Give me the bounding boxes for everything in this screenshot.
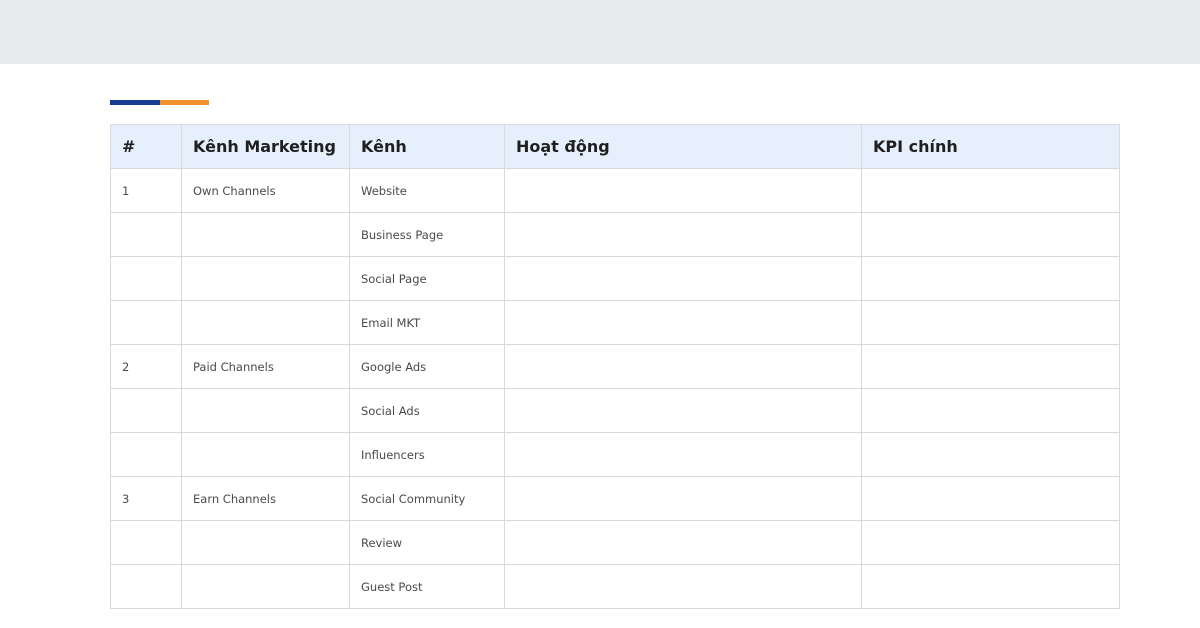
cell-marketing-channel: Paid Channels bbox=[181, 344, 350, 389]
accent-bar-blue-segment bbox=[110, 100, 160, 105]
cell-channel: Google Ads bbox=[349, 344, 505, 389]
accent-bar-orange-segment bbox=[160, 100, 209, 105]
cell-marketing-channel bbox=[181, 300, 350, 345]
cell-activity bbox=[504, 212, 862, 257]
cell-kpi bbox=[861, 476, 1120, 521]
cell-channel: Social Community bbox=[349, 476, 505, 521]
cell-activity bbox=[504, 388, 862, 433]
cell-activity bbox=[504, 344, 862, 389]
cell-number bbox=[110, 432, 182, 477]
table-row: Social Ads bbox=[110, 388, 1120, 433]
cell-marketing-channel bbox=[181, 520, 350, 565]
cell-kpi bbox=[861, 388, 1120, 433]
cell-marketing-channel bbox=[181, 432, 350, 477]
cell-kpi bbox=[861, 256, 1120, 301]
table-row: Business Page bbox=[110, 212, 1120, 257]
cell-kpi bbox=[861, 168, 1120, 213]
table-row: 3 Earn Channels Social Community bbox=[110, 476, 1120, 521]
cell-marketing-channel bbox=[181, 212, 350, 257]
cell-number bbox=[110, 212, 182, 257]
cell-number bbox=[110, 388, 182, 433]
cell-activity bbox=[504, 476, 862, 521]
header-row: # Kênh Marketing Kênh Hoạt động KPI chín… bbox=[110, 124, 1120, 169]
cell-activity bbox=[504, 564, 862, 609]
cell-channel: Review bbox=[349, 520, 505, 565]
cell-kpi bbox=[861, 432, 1120, 477]
table-row: Influencers bbox=[110, 432, 1120, 477]
cell-number: 1 bbox=[110, 168, 182, 213]
cell-activity bbox=[504, 256, 862, 301]
cell-marketing-channel bbox=[181, 256, 350, 301]
cell-marketing-channel bbox=[181, 564, 350, 609]
cell-activity bbox=[504, 300, 862, 345]
cell-channel: Guest Post bbox=[349, 564, 505, 609]
cell-kpi bbox=[861, 300, 1120, 345]
cell-number bbox=[110, 300, 182, 345]
cell-channel: Influencers bbox=[349, 432, 505, 477]
cell-number bbox=[110, 256, 182, 301]
header-channel: Kênh bbox=[349, 124, 505, 169]
cell-activity bbox=[504, 432, 862, 477]
cell-marketing-channel: Own Channels bbox=[181, 168, 350, 213]
cell-number bbox=[110, 564, 182, 609]
cell-number: 3 bbox=[110, 476, 182, 521]
marketing-channels-table: # Kênh Marketing Kênh Hoạt động KPI chín… bbox=[110, 124, 1120, 609]
table-body: 1 Own Channels Website Business Page Soc… bbox=[110, 168, 1120, 609]
table-row: Review bbox=[110, 520, 1120, 565]
header-kpi: KPI chính bbox=[861, 124, 1120, 169]
cell-channel: Social Page bbox=[349, 256, 505, 301]
header-number: # bbox=[110, 124, 182, 169]
cell-number: 2 bbox=[110, 344, 182, 389]
cell-kpi bbox=[861, 212, 1120, 257]
cell-channel: Email MKT bbox=[349, 300, 505, 345]
cell-channel: Website bbox=[349, 168, 505, 213]
table-row: Email MKT bbox=[110, 300, 1120, 345]
cell-activity bbox=[504, 168, 862, 213]
cell-number bbox=[110, 520, 182, 565]
table-row: 1 Own Channels Website bbox=[110, 168, 1120, 213]
cell-marketing-channel bbox=[181, 388, 350, 433]
top-band bbox=[0, 0, 1200, 64]
table-row: 2 Paid Channels Google Ads bbox=[110, 344, 1120, 389]
cell-kpi bbox=[861, 564, 1120, 609]
cell-kpi bbox=[861, 344, 1120, 389]
table-row: Social Page bbox=[110, 256, 1120, 301]
cell-channel: Business Page bbox=[349, 212, 505, 257]
cell-activity bbox=[504, 520, 862, 565]
cell-marketing-channel: Earn Channels bbox=[181, 476, 350, 521]
table-row: Guest Post bbox=[110, 564, 1120, 609]
table-header: # Kênh Marketing Kênh Hoạt động KPI chín… bbox=[110, 124, 1120, 169]
cell-kpi bbox=[861, 520, 1120, 565]
cell-channel: Social Ads bbox=[349, 388, 505, 433]
header-activity: Hoạt động bbox=[504, 124, 862, 169]
accent-bar bbox=[110, 100, 209, 105]
header-marketing-channel: Kênh Marketing bbox=[181, 124, 350, 169]
